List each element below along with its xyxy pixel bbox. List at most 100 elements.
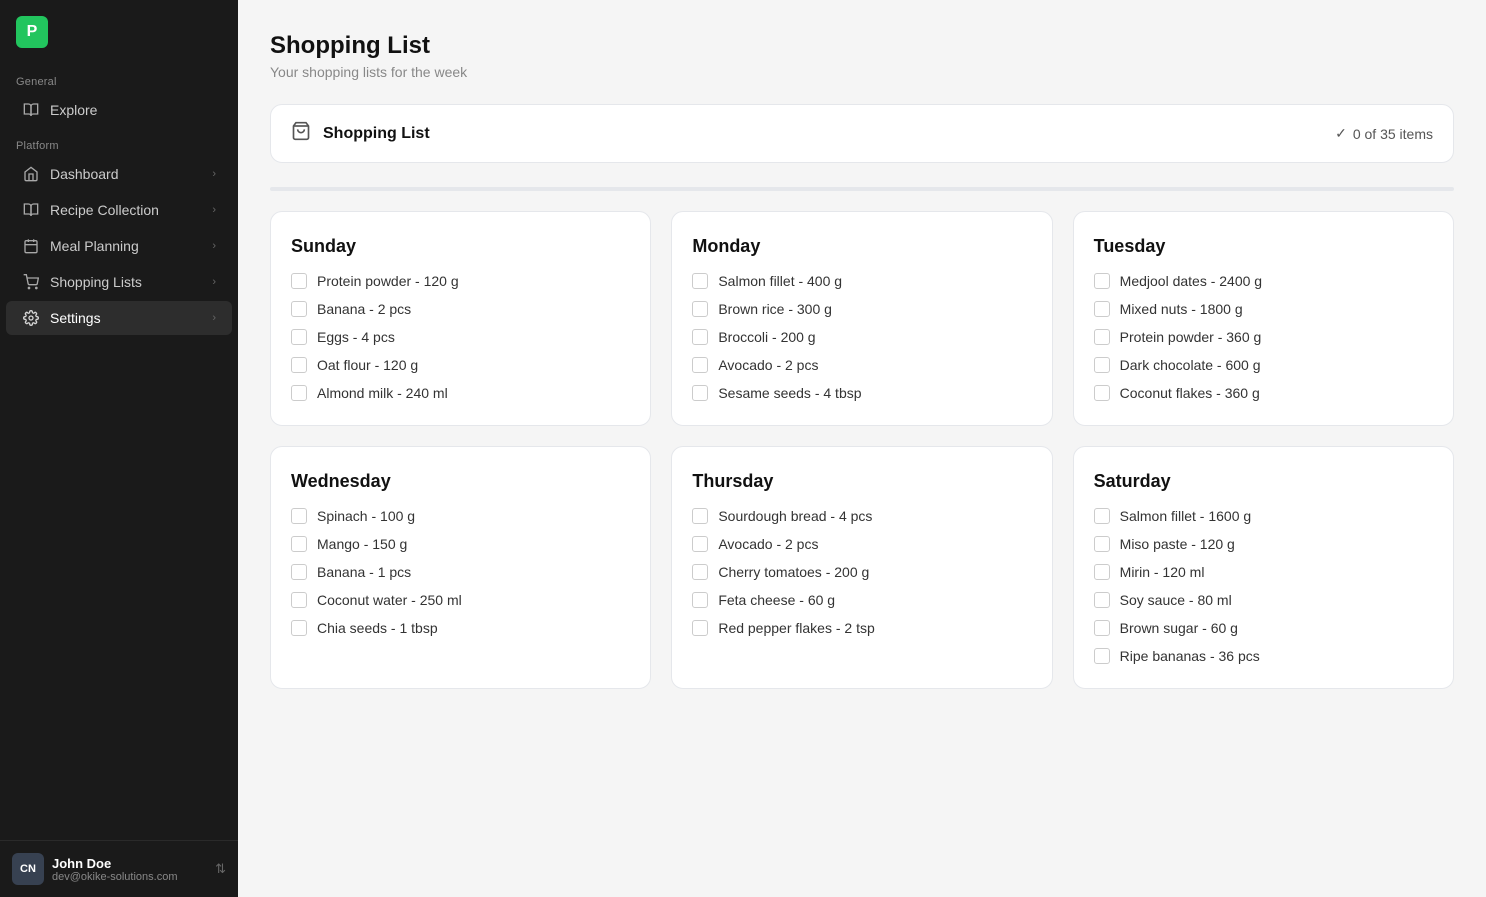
checkbox-sunday-4[interactable] [291,385,307,401]
item-list-saturday: Salmon fillet - 1600 gMiso paste - 120 g… [1094,508,1433,664]
checkbox-tuesday-0[interactable] [1094,273,1110,289]
checkbox-saturday-0[interactable] [1094,508,1110,524]
item-list-thursday: Sourdough bread - 4 pcsAvocado - 2 pcsCh… [692,508,1031,636]
checkbox-thursday-2[interactable] [692,564,708,580]
item-label: Soy sauce - 80 ml [1120,592,1232,608]
item-label: Sourdough bread - 4 pcs [718,508,872,524]
item-list-monday: Salmon fillet - 400 gBrown rice - 300 gB… [692,273,1031,401]
checkbox-thursday-4[interactable] [692,620,708,636]
list-item: Broccoli - 200 g [692,329,1031,345]
checkbox-wednesday-1[interactable] [291,536,307,552]
item-label: Sesame seeds - 4 tbsp [718,385,861,401]
app-logo: P [16,16,48,48]
list-item: Spinach - 100 g [291,508,630,524]
checkbox-saturday-4[interactable] [1094,620,1110,636]
recipe-collection-label: Recipe Collection [50,202,159,218]
checkbox-monday-0[interactable] [692,273,708,289]
sidebar-item-explore[interactable]: Explore [6,93,232,127]
checkbox-monday-2[interactable] [692,329,708,345]
item-label: Coconut water - 250 ml [317,592,462,608]
list-item: Miso paste - 120 g [1094,536,1433,552]
checkbox-monday-3[interactable] [692,357,708,373]
calendar-icon [22,237,40,255]
item-label: Ripe bananas - 36 pcs [1120,648,1260,664]
sidebar-item-settings[interactable]: Settings › [6,301,232,335]
list-item: Mango - 150 g [291,536,630,552]
page-subtitle: Your shopping lists for the week [270,64,1454,80]
checkbox-saturday-5[interactable] [1094,648,1110,664]
banner-title: Shopping List [323,125,430,143]
sidebar-item-recipe-collection[interactable]: Recipe Collection › [6,193,232,227]
shopping-bag-icon [291,121,311,146]
checkbox-tuesday-1[interactable] [1094,301,1110,317]
home-icon [22,165,40,183]
checkbox-monday-1[interactable] [692,301,708,317]
list-item: Mirin - 120 ml [1094,564,1433,580]
checkbox-thursday-0[interactable] [692,508,708,524]
user-menu-chevron: ⇅ [215,861,226,877]
item-label: Avocado - 2 pcs [718,357,818,373]
checkbox-thursday-1[interactable] [692,536,708,552]
progress-text: 0 of 35 items [1353,126,1433,142]
page-header: Shopping List Your shopping lists for th… [270,32,1454,80]
item-label: Spinach - 100 g [317,508,415,524]
list-item: Protein powder - 120 g [291,273,630,289]
list-item: Mixed nuts - 1800 g [1094,301,1433,317]
day-card-wednesday: WednesdaySpinach - 100 gMango - 150 gBan… [270,446,651,689]
list-item: Chia seeds - 1 tbsp [291,620,630,636]
settings-label: Settings [50,310,101,326]
item-label: Brown sugar - 60 g [1120,620,1238,636]
checkbox-wednesday-0[interactable] [291,508,307,524]
user-profile[interactable]: CN John Doe dev@okike-solutions.com ⇅ [0,840,238,897]
checkbox-tuesday-2[interactable] [1094,329,1110,345]
day-card-sunday: SundayProtein powder - 120 gBanana - 2 p… [270,211,651,426]
item-label: Feta cheese - 60 g [718,592,835,608]
cart-icon [22,273,40,291]
item-list-sunday: Protein powder - 120 gBanana - 2 pcsEggs… [291,273,630,401]
list-item: Sesame seeds - 4 tbsp [692,385,1031,401]
checkbox-sunday-0[interactable] [291,273,307,289]
checkbox-saturday-1[interactable] [1094,536,1110,552]
item-label: Dark chocolate - 600 g [1120,357,1261,373]
sidebar-item-meal-planning[interactable]: Meal Planning › [6,229,232,263]
sidebar-item-dashboard[interactable]: Dashboard › [6,157,232,191]
main-content: Shopping List Your shopping lists for th… [238,0,1486,897]
item-label: Broccoli - 200 g [718,329,815,345]
item-label: Salmon fillet - 400 g [718,273,842,289]
list-item: Almond milk - 240 ml [291,385,630,401]
day-title-monday: Monday [692,236,1031,257]
checkbox-sunday-2[interactable] [291,329,307,345]
checkbox-tuesday-4[interactable] [1094,385,1110,401]
checkbox-saturday-2[interactable] [1094,564,1110,580]
sidebar-item-shopping-lists[interactable]: Shopping Lists › [6,265,232,299]
list-item: Coconut flakes - 360 g [1094,385,1433,401]
platform-section-label: Platform [0,128,238,156]
item-label: Mirin - 120 ml [1120,564,1205,580]
list-item: Cherry tomatoes - 200 g [692,564,1031,580]
checkbox-wednesday-3[interactable] [291,592,307,608]
item-label: Banana - 2 pcs [317,301,411,317]
day-title-saturday: Saturday [1094,471,1433,492]
checkbox-wednesday-2[interactable] [291,564,307,580]
item-label: Red pepper flakes - 2 tsp [718,620,874,636]
item-label: Miso paste - 120 g [1120,536,1235,552]
checkbox-saturday-3[interactable] [1094,592,1110,608]
item-list-tuesday: Medjool dates - 2400 gMixed nuts - 1800 … [1094,273,1433,401]
shopping-lists-label: Shopping Lists [50,274,142,290]
checkmark-icon: ✓ [1335,125,1347,142]
checkbox-sunday-3[interactable] [291,357,307,373]
meal-planning-label: Meal Planning [50,238,139,254]
list-item: Dark chocolate - 600 g [1094,357,1433,373]
book-icon [22,101,40,119]
meal-planning-chevron: › [212,240,216,252]
day-card-monday: Monday Salmon fillet - 400 gBrown rice - … [671,211,1052,426]
day-card-saturday: Saturday Salmon fillet - 1600 gMiso paste… [1073,446,1454,689]
item-label: Mango - 150 g [317,536,407,552]
day-title-tuesday: Tuesday [1094,236,1433,257]
list-item: Banana - 1 pcs [291,564,630,580]
checkbox-monday-4[interactable] [692,385,708,401]
checkbox-sunday-1[interactable] [291,301,307,317]
checkbox-tuesday-3[interactable] [1094,357,1110,373]
checkbox-thursday-3[interactable] [692,592,708,608]
checkbox-wednesday-4[interactable] [291,620,307,636]
